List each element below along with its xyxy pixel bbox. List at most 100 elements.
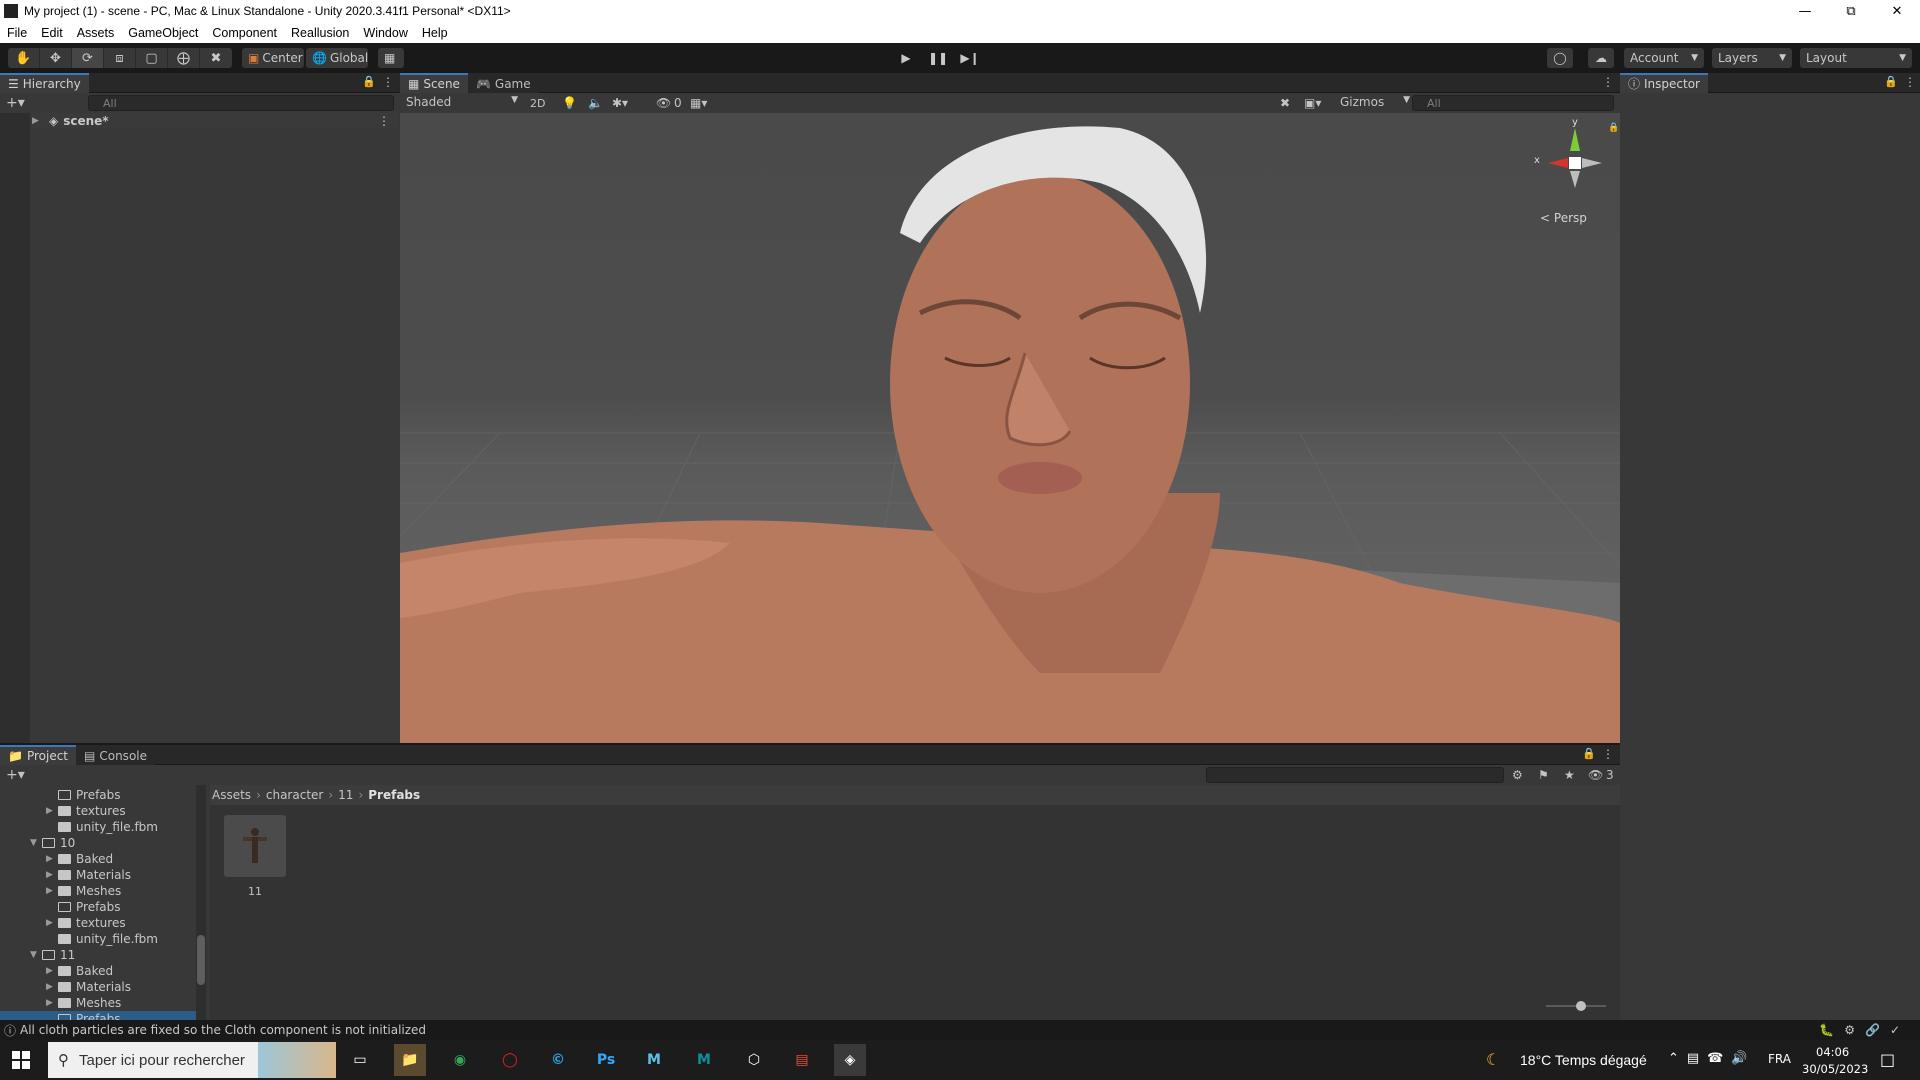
rotate-tool-icon[interactable]: ⟳ (72, 48, 104, 68)
minimize-icon[interactable]: — (1782, 0, 1828, 22)
tab-project[interactable]: 📁 Project (0, 744, 77, 765)
photoshop-icon[interactable]: Ps (590, 1044, 622, 1076)
hand-tool-icon[interactable]: ✋ (8, 48, 40, 68)
unity-editor-icon[interactable]: ◈ (834, 1044, 866, 1076)
winrar-icon[interactable]: ▤ (786, 1044, 818, 1076)
project-search-input[interactable] (1206, 767, 1504, 783)
mode-2d-toggle[interactable]: 2D (530, 97, 545, 110)
tree-item[interactable]: Prefabs (46, 787, 121, 803)
clock-time[interactable]: 04:06 (1816, 1045, 1849, 1059)
ccleaner-icon[interactable]: © (542, 1044, 574, 1076)
expand-arrow-icon[interactable]: ▶ (46, 870, 58, 880)
lock-icon[interactable]: 🔒 (1884, 75, 1898, 88)
lock-icon[interactable]: 🔒 (362, 75, 376, 88)
pivot-center-button[interactable]: ▣ Center (242, 48, 304, 68)
slider-thumb[interactable] (1576, 1001, 1586, 1011)
gizmos-dropdown[interactable]: Gizmos ▼ (1340, 95, 1410, 111)
motionbuilder-icon[interactable]: M (688, 1044, 720, 1076)
pause-icon[interactable]: ❚❚ (922, 48, 954, 68)
layers-dropdown[interactable]: Layers ▼ (1712, 48, 1792, 68)
move-tool-icon[interactable]: ✥ (40, 48, 72, 68)
tree-item[interactable]: ▶ Materials (46, 979, 131, 995)
shading-mode-dropdown[interactable]: Shaded ▼ (402, 95, 522, 111)
filter-type-icon[interactable]: ⚙ (1512, 768, 1523, 782)
chrome-icon[interactable]: ◉ (444, 1044, 476, 1076)
hidden-objects-icon[interactable]: 👁 (656, 96, 671, 110)
tab-hierarchy[interactable]: ☰ Hierarchy (0, 72, 89, 93)
collab-button[interactable]: ◯ (1547, 48, 1573, 68)
more-menu-icon[interactable]: ⋮ (1904, 75, 1916, 89)
tree-item[interactable]: ▶ Baked (46, 851, 113, 867)
grid-icon[interactable]: ▦▾ (690, 96, 707, 110)
breadcrumb-11[interactable]: 11 (338, 788, 353, 802)
breadcrumb-prefabs[interactable]: Prefabs (368, 788, 420, 802)
tab-inspector[interactable]: ⓘ Inspector (1620, 72, 1708, 93)
add-icon[interactable]: +▾ (6, 95, 25, 111)
account-dropdown[interactable]: Account ▼ (1624, 48, 1704, 68)
tree-item[interactable]: ▶ Meshes (46, 995, 121, 1011)
expand-arrow-icon[interactable]: ▶ (46, 886, 58, 896)
file-explorer-icon[interactable]: 📁 (394, 1044, 426, 1076)
expand-arrow-icon[interactable]: ▶ (46, 982, 58, 992)
transform-tool-icon[interactable]: ⨁ (168, 48, 200, 68)
menu-edit[interactable]: Edit (34, 26, 70, 40)
cloud-button[interactable]: ☁ (1588, 48, 1614, 68)
expand-arrow-icon[interactable]: ▶ (46, 918, 58, 928)
favorite-icon[interactable]: ★ (1564, 768, 1575, 782)
lock-icon[interactable]: 🔒 (1582, 747, 1596, 760)
taskbar-search-box[interactable]: ⚲ Taper ici pour rechercher (48, 1042, 336, 1078)
effects-icon[interactable]: ✱▾ (612, 96, 628, 110)
layout-dropdown[interactable]: Layout ▼ (1800, 48, 1912, 68)
filter-label-icon[interactable]: ⚑ (1538, 768, 1549, 782)
prefab-thumbnail[interactable] (224, 815, 286, 877)
tree-item[interactable]: unity_file.fbm (46, 931, 158, 947)
expand-arrow-icon[interactable]: ▼ (30, 838, 42, 848)
breadcrumb-character[interactable]: character (266, 788, 323, 802)
expand-arrow-icon[interactable]: ▶ (46, 854, 58, 864)
breadcrumb-assets[interactable]: Assets (212, 788, 251, 802)
expand-arrow-icon[interactable]: ▼ (30, 950, 42, 960)
tab-console[interactable]: ▤ Console (76, 744, 155, 765)
expand-arrow-icon[interactable]: ▶ (46, 998, 58, 1008)
play-icon[interactable]: ▶ (890, 48, 922, 68)
tree-item[interactable]: ▶ Meshes (46, 883, 121, 899)
tree-item[interactable]: Prefabs (46, 899, 121, 915)
tree-item[interactable]: ▶ textures (46, 915, 126, 931)
tools-icon[interactable]: ✖ (1280, 96, 1290, 110)
menu-gameobject[interactable]: GameObject (121, 26, 205, 40)
more-menu-icon[interactable]: ⋮ (382, 75, 394, 89)
add-icon[interactable]: +▾ (6, 767, 25, 783)
maya-icon[interactable]: M (638, 1044, 670, 1076)
tray-icons[interactable]: ⌃▤☎🔊 (1668, 1051, 1756, 1066)
notifications-icon[interactable]: □ (1880, 1050, 1895, 1069)
hierarchy-search-input[interactable]: All (88, 95, 394, 111)
opera-icon[interactable]: ◯ (494, 1044, 526, 1076)
pivot-global-button[interactable]: 🌐 Global (306, 48, 368, 68)
rect-tool-icon[interactable]: ▢ (136, 48, 168, 68)
expand-arrow-icon[interactable]: ▶ (46, 966, 58, 976)
grid-snap-button[interactable]: ▦ (378, 48, 404, 68)
tree-item[interactable]: ▶ textures (46, 803, 126, 819)
custom-tool-icon[interactable]: ✖ (200, 48, 232, 68)
thumbnail-size-slider[interactable] (1546, 1001, 1606, 1011)
scene-viewport[interactable]: y x 🔒 < Persp (400, 113, 1620, 743)
menu-help[interactable]: Help (415, 26, 455, 40)
debug-icons[interactable]: 🐛⚙🔗✓ (1819, 1023, 1910, 1037)
language-indicator[interactable]: FRA (1768, 1052, 1791, 1066)
lighting-icon[interactable]: 💡 (562, 96, 577, 110)
menu-file[interactable]: File (0, 26, 34, 40)
windows-start-icon[interactable] (12, 1051, 30, 1069)
restore-icon[interactable]: ⧉ (1828, 0, 1874, 22)
persp-toggle[interactable]: < Persp (1540, 211, 1587, 225)
tab-game[interactable]: 🎮 Game (467, 72, 539, 93)
tree-item[interactable]: ▶ Baked (46, 963, 113, 979)
audio-icon[interactable]: 🔈 (588, 96, 603, 110)
tree-item[interactable]: ▼ 11 (30, 947, 75, 963)
tree-item[interactable]: ▶ Materials (46, 867, 131, 883)
expand-arrow-icon[interactable]: ▶ (32, 116, 44, 126)
menu-window[interactable]: Window (356, 26, 414, 40)
status-message[interactable]: All cloth particles are fixed so the Clo… (20, 1023, 426, 1037)
more-menu-icon[interactable]: ⋮ (378, 114, 390, 128)
menu-assets[interactable]: Assets (70, 26, 122, 40)
hidden-packages-icon[interactable]: 👁 (1588, 768, 1603, 782)
